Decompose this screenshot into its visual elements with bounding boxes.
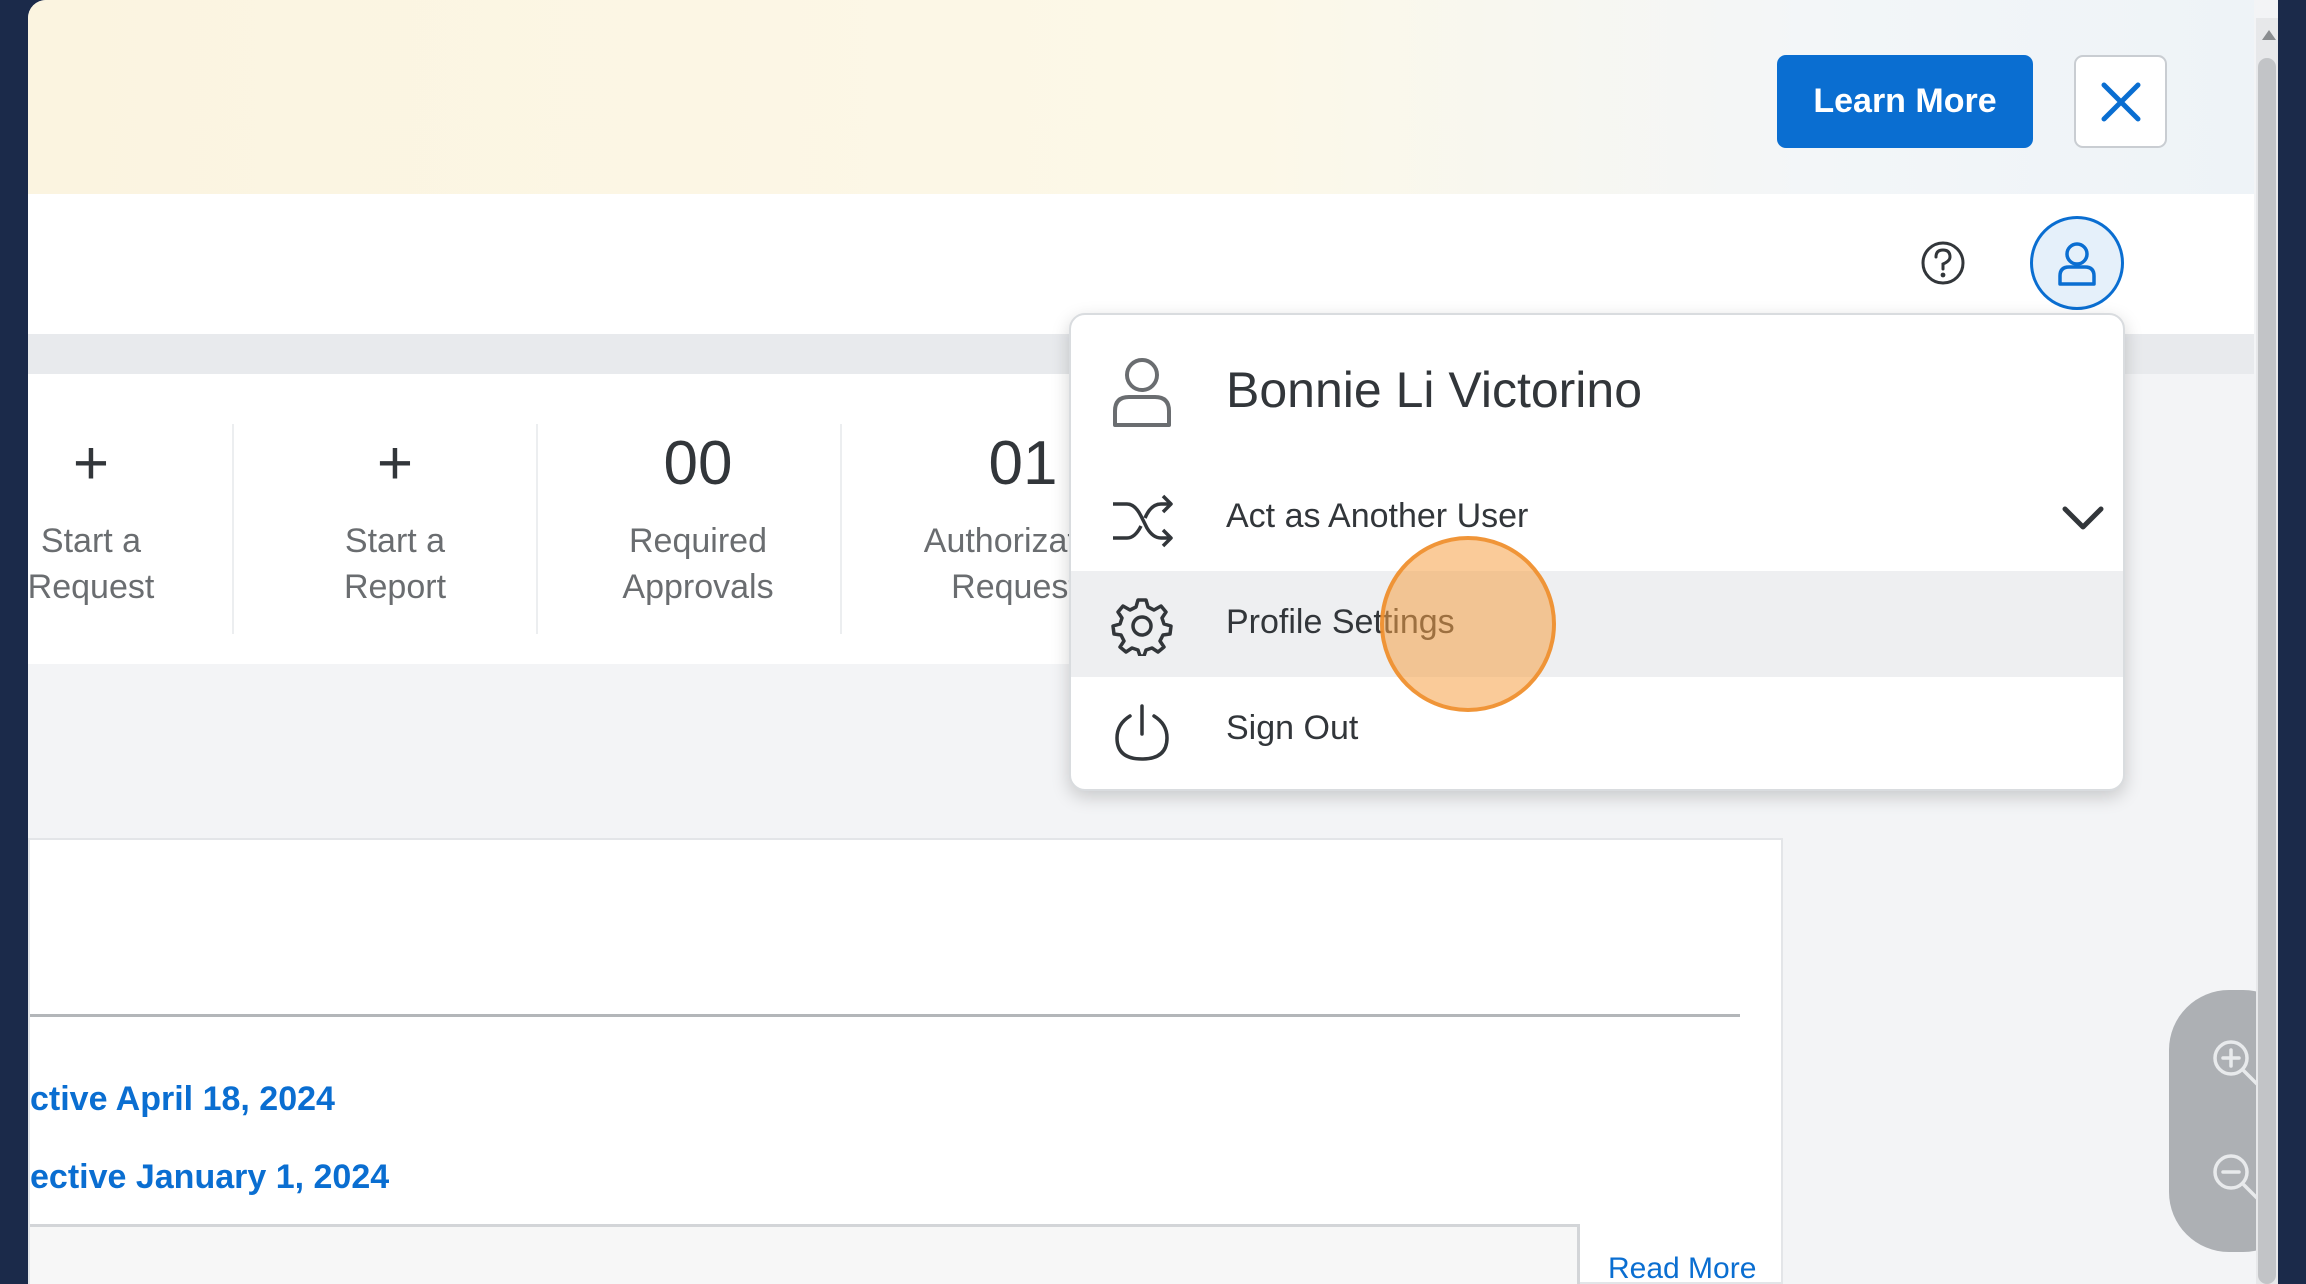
announcement-banner: Learn More (28, 0, 2254, 194)
user-avatar-button[interactable] (2030, 216, 2124, 310)
user-icon (2058, 242, 2096, 286)
tile-start-report[interactable]: + Start a Report (250, 424, 540, 624)
tile-label: Start a Report (343, 522, 447, 606)
scrollbar-thumb[interactable] (2258, 58, 2276, 1284)
user-menu-dropdown: Bonnie Li Victorino Act as Another User … (1069, 313, 2125, 791)
window-frame-right (2278, 0, 2306, 1284)
tile-label: Required Approvals (622, 522, 774, 606)
zoom-out-icon[interactable] (2209, 1150, 2263, 1204)
menu-item-sign-out[interactable]: Sign Out (1071, 677, 2123, 783)
read-more-link[interactable]: Read More (1608, 1252, 1756, 1284)
menu-item-label: Sign Out (1226, 709, 1359, 747)
learn-more-button[interactable]: Learn More (1777, 55, 2033, 148)
tile-label: Start a Request (28, 522, 155, 606)
policy-link-january[interactable]: ective January 1, 2024 (30, 1158, 389, 1197)
menu-item-act-as-another-user[interactable]: Act as Another User (1071, 465, 2123, 571)
app-window: Learn More + Start a Request + Start a R… (28, 0, 2278, 1284)
user-icon (1113, 358, 1171, 427)
quick-actions-bar: + Start a Request + Start a Report 00 Requ… (28, 374, 1228, 664)
tile-separator (840, 424, 842, 634)
plus-icon: + (72, 429, 110, 498)
menu-item-label: Act as Another User (1226, 497, 1529, 535)
card-divider (30, 1014, 1740, 1017)
click-indicator (1380, 536, 1556, 712)
power-icon (1115, 704, 1169, 761)
tile-count: 00 (663, 429, 733, 498)
window-frame-left (0, 0, 28, 1284)
tile-required-approvals[interactable]: 00 Required Approvals (553, 424, 843, 624)
tile-separator (232, 424, 234, 634)
gear-icon (1111, 598, 1173, 656)
plus-icon: + (376, 429, 414, 498)
close-icon (2101, 82, 2140, 121)
menu-item-profile-settings[interactable]: Profile Settings (1071, 571, 2123, 677)
card-content-box (30, 1224, 1580, 1284)
chevron-down-icon[interactable] (2061, 503, 2105, 533)
menu-user-header: Bonnie Li Victorino (1071, 315, 2123, 465)
tile-separator (536, 424, 538, 634)
news-card: ctive April 18, 2024 ective January 1, 2… (28, 838, 1783, 1284)
shuffle-icon (1113, 494, 1173, 548)
user-name: Bonnie Li Victorino (1226, 362, 1643, 418)
banner-close-button[interactable] (2074, 55, 2167, 148)
zoom-in-icon[interactable] (2209, 1036, 2263, 1090)
policy-link-april[interactable]: ctive April 18, 2024 (30, 1080, 335, 1119)
help-icon[interactable] (1920, 240, 1966, 286)
scroll-up-arrow-icon[interactable] (2262, 30, 2276, 40)
tile-start-request[interactable]: + Start a Request (28, 424, 236, 624)
